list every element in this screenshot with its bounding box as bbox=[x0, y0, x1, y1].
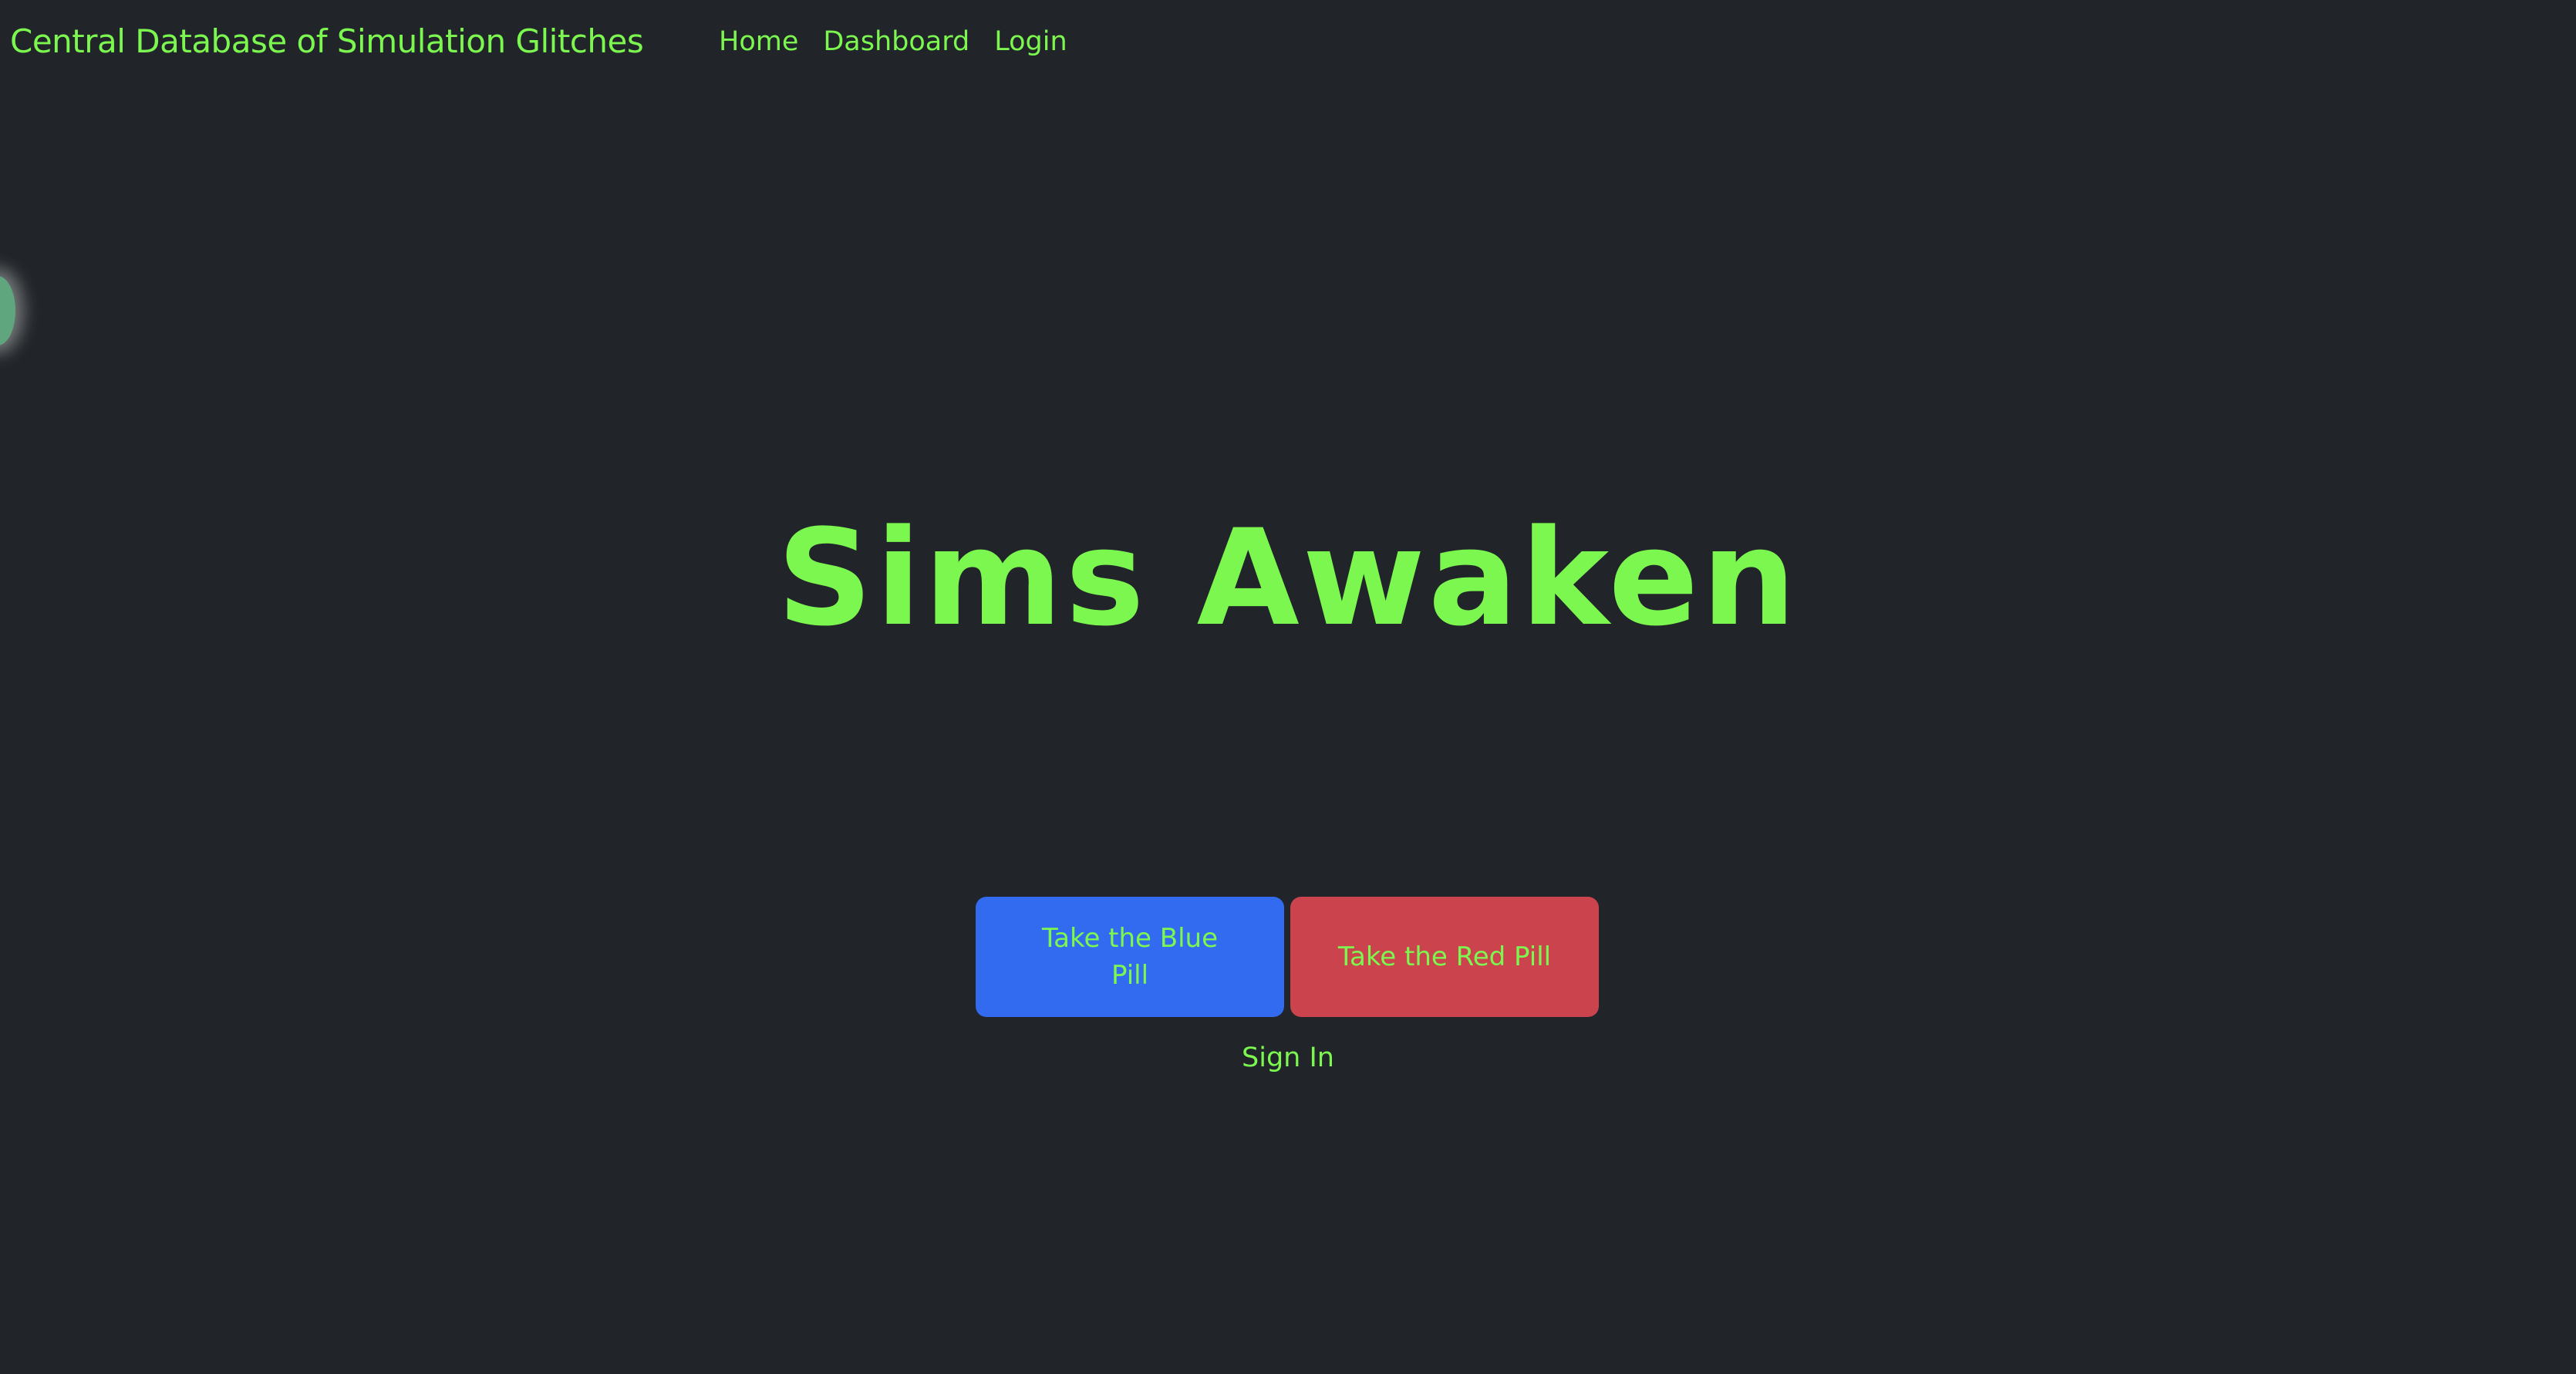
nav-link-dashboard[interactable]: Dashboard bbox=[823, 24, 969, 59]
nav-link-login[interactable]: Login bbox=[994, 24, 1067, 59]
brand-link[interactable]: Central Database of Simulation Glitches bbox=[10, 22, 644, 62]
hero-title: Sims Awaken bbox=[777, 500, 1799, 656]
blue-pill-label: Take the Blue Pill bbox=[1041, 923, 1219, 991]
nav-link-home[interactable]: Home bbox=[719, 24, 798, 59]
red-pill-label: Take the Red Pill bbox=[1337, 941, 1552, 972]
navbar: Central Database of Simulation Glitches … bbox=[0, 0, 2576, 83]
nav-links: Home Dashboard Login bbox=[719, 24, 1092, 59]
glowing-orb bbox=[0, 276, 15, 345]
sign-in-link[interactable]: Sign In bbox=[0, 1040, 2576, 1076]
blue-pill-button[interactable]: Take the Blue Pill bbox=[976, 897, 1284, 1017]
red-pill-button[interactable]: Take the Red Pill bbox=[1290, 897, 1599, 1017]
